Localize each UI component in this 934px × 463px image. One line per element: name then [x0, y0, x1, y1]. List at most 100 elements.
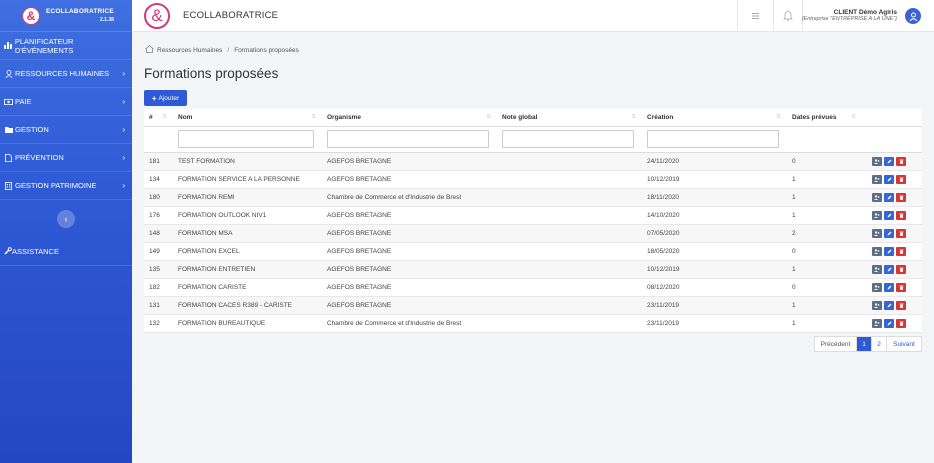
avatar[interactable] — [905, 8, 921, 24]
user-plus-icon — [874, 230, 880, 236]
cell-actions — [862, 296, 922, 315]
edit-button[interactable] — [884, 174, 894, 184]
user-plus-icon — [874, 158, 880, 164]
assign-user-button[interactable] — [872, 246, 882, 256]
table-row[interactable]: 181 TEST FORMATION AGEFOS BRETAGNE 24/11/20… — [144, 152, 922, 171]
filter-creation-input[interactable] — [647, 130, 779, 148]
assign-user-button[interactable] — [872, 318, 882, 328]
assign-user-button[interactable] — [872, 174, 882, 184]
pagination-page-1[interactable]: 1 — [857, 337, 872, 351]
sidebar-item-prevention[interactable]: PRÉVENTION › — [0, 144, 132, 172]
cell-id: 148 — [144, 224, 173, 243]
trash-icon — [899, 159, 903, 164]
table-row[interactable]: 182 FORMATION CARISTE AGEFOS BRETAGNE 08/12… — [144, 278, 922, 297]
edit-icon — [887, 213, 891, 217]
delete-button[interactable] — [896, 174, 906, 184]
wrench-icon — [4, 246, 12, 257]
table-row[interactable]: 149 FORMATION EXCEL AGEFOS BRETAGNE 18/05/2… — [144, 242, 922, 261]
cell-id: 132 — [144, 314, 173, 333]
delete-button[interactable] — [896, 264, 906, 274]
edit-button[interactable] — [884, 318, 894, 328]
edit-button[interactable] — [884, 246, 894, 256]
cell-creation: 18/11/2020 — [642, 188, 787, 207]
assign-user-button[interactable] — [872, 300, 882, 310]
delete-button[interactable] — [896, 156, 906, 166]
user-name[interactable]: CLIENT Démo Agiris — [834, 9, 897, 16]
brand-logo: & — [22, 6, 40, 25]
pagination: Précédent 1 2 Suivant — [814, 336, 922, 352]
pagination-next[interactable]: Suivant — [887, 337, 921, 351]
cell-nom: FORMATION BUREAUTIQUE — [173, 314, 322, 333]
table-row[interactable]: 148 FORMATION MSA AGEFOS BRETAGNE 07/05/202… — [144, 224, 922, 243]
app-logo[interactable]: & — [144, 3, 170, 29]
column-header-note[interactable]: Note global ⇅ — [497, 109, 642, 127]
cell-actions — [862, 278, 922, 297]
user-plus-icon — [874, 176, 880, 182]
cell-dates: 1 — [787, 296, 862, 315]
column-header-dates[interactable]: Dates prévues ⇅ — [787, 109, 862, 127]
app-name: ECOLLABORATRICE — [183, 10, 279, 21]
table-row[interactable]: 180 FORMATION REMI Chambre de Commerce et … — [144, 188, 922, 207]
edit-button[interactable] — [884, 282, 894, 292]
assign-user-button[interactable] — [872, 210, 882, 220]
edit-button[interactable] — [884, 264, 894, 274]
edit-button[interactable] — [884, 300, 894, 310]
add-button[interactable]: + Ajouter — [144, 90, 187, 106]
delete-button[interactable] — [896, 246, 906, 256]
cell-actions — [862, 242, 922, 261]
sort-icon: ⇅ — [162, 114, 167, 120]
brand-name: ECOLLABORATRICE — [46, 7, 114, 15]
assign-user-button[interactable] — [872, 282, 882, 292]
breadcrumb-link[interactable]: Ressources Humaines — [157, 47, 222, 54]
assign-user-button[interactable] — [872, 228, 882, 238]
table-row[interactable]: 134 FORMATION SERVICE A LA PERSONNE AGEFOS… — [144, 170, 922, 189]
column-header-id[interactable]: # ⇅ — [144, 109, 173, 127]
edit-button[interactable] — [884, 156, 894, 166]
assign-user-button[interactable] — [872, 156, 882, 166]
cell-dates: 1 — [787, 260, 862, 279]
sidebar-brand[interactable]: & ECOLLABORATRICE 2.1.38 — [0, 0, 132, 32]
filter-organisme-input[interactable] — [327, 130, 489, 148]
column-header-organisme[interactable]: Organisme ⇅ — [322, 109, 497, 127]
sort-icon: ⇅ — [851, 114, 856, 120]
menu-toggle-button[interactable] — [737, 0, 773, 32]
trash-icon — [899, 249, 903, 254]
cell-dates: 1 — [787, 188, 862, 207]
edit-button[interactable] — [884, 228, 894, 238]
user-icon — [909, 12, 917, 21]
cell-dates: 0 — [787, 278, 862, 297]
delete-button[interactable] — [896, 192, 906, 202]
pagination-previous[interactable]: Précédent — [815, 337, 857, 351]
sidebar-item-paie[interactable]: PAIE › — [0, 88, 132, 116]
sidebar-collapse-button[interactable]: ‹ — [57, 210, 75, 228]
assign-user-button[interactable] — [872, 192, 882, 202]
brand-version: 2.1.38 — [99, 16, 114, 23]
filter-nom-input[interactable] — [178, 130, 314, 148]
table-row[interactable]: 131 FORMATION CACES R389 - CARISTE AGEFOS … — [144, 296, 922, 315]
trash-icon — [899, 177, 903, 182]
sidebar-item-planificateur[interactable]: PLANIFICATEUR D'ÉVÉNEMENTS — [0, 32, 132, 60]
table-row[interactable]: 132 FORMATION BUREAUTIQUE Chambre de Comme… — [144, 314, 922, 333]
column-header-creation[interactable]: Création ⇅ — [642, 109, 787, 127]
delete-button[interactable] — [896, 300, 906, 310]
notifications-button[interactable] — [773, 0, 803, 32]
sidebar-item-ressources-humaines[interactable]: RESSOURCES HUMAINES › — [0, 60, 132, 88]
table-row[interactable]: 135 FORMATION ENTRETIEN AGEFOS BRETAGNE 10/… — [144, 260, 922, 279]
edit-button[interactable] — [884, 210, 894, 220]
pagination-page-2[interactable]: 2 — [872, 337, 887, 351]
column-header-nom[interactable]: Nom ⇅ — [173, 109, 322, 127]
filter-note-input[interactable] — [502, 130, 634, 148]
table-row[interactable]: 176 FORMATION OUTLOOK NIV1 AGEFOS BRETAGNE… — [144, 206, 922, 225]
assign-user-button[interactable] — [872, 264, 882, 274]
sidebar-item-gestion-patrimoine[interactable]: GESTION PATRIMOINE › — [0, 172, 132, 200]
edit-button[interactable] — [884, 192, 894, 202]
trash-icon — [899, 267, 903, 272]
sidebar-item-assistance[interactable]: ASSISTANCE — [0, 238, 132, 266]
cell-actions — [862, 224, 922, 243]
cell-creation: 07/05/2020 — [642, 224, 787, 243]
delete-button[interactable] — [896, 228, 906, 238]
delete-button[interactable] — [896, 318, 906, 328]
delete-button[interactable] — [896, 210, 906, 220]
sidebar-item-gestion[interactable]: GESTION › — [0, 116, 132, 144]
delete-button[interactable] — [896, 282, 906, 292]
